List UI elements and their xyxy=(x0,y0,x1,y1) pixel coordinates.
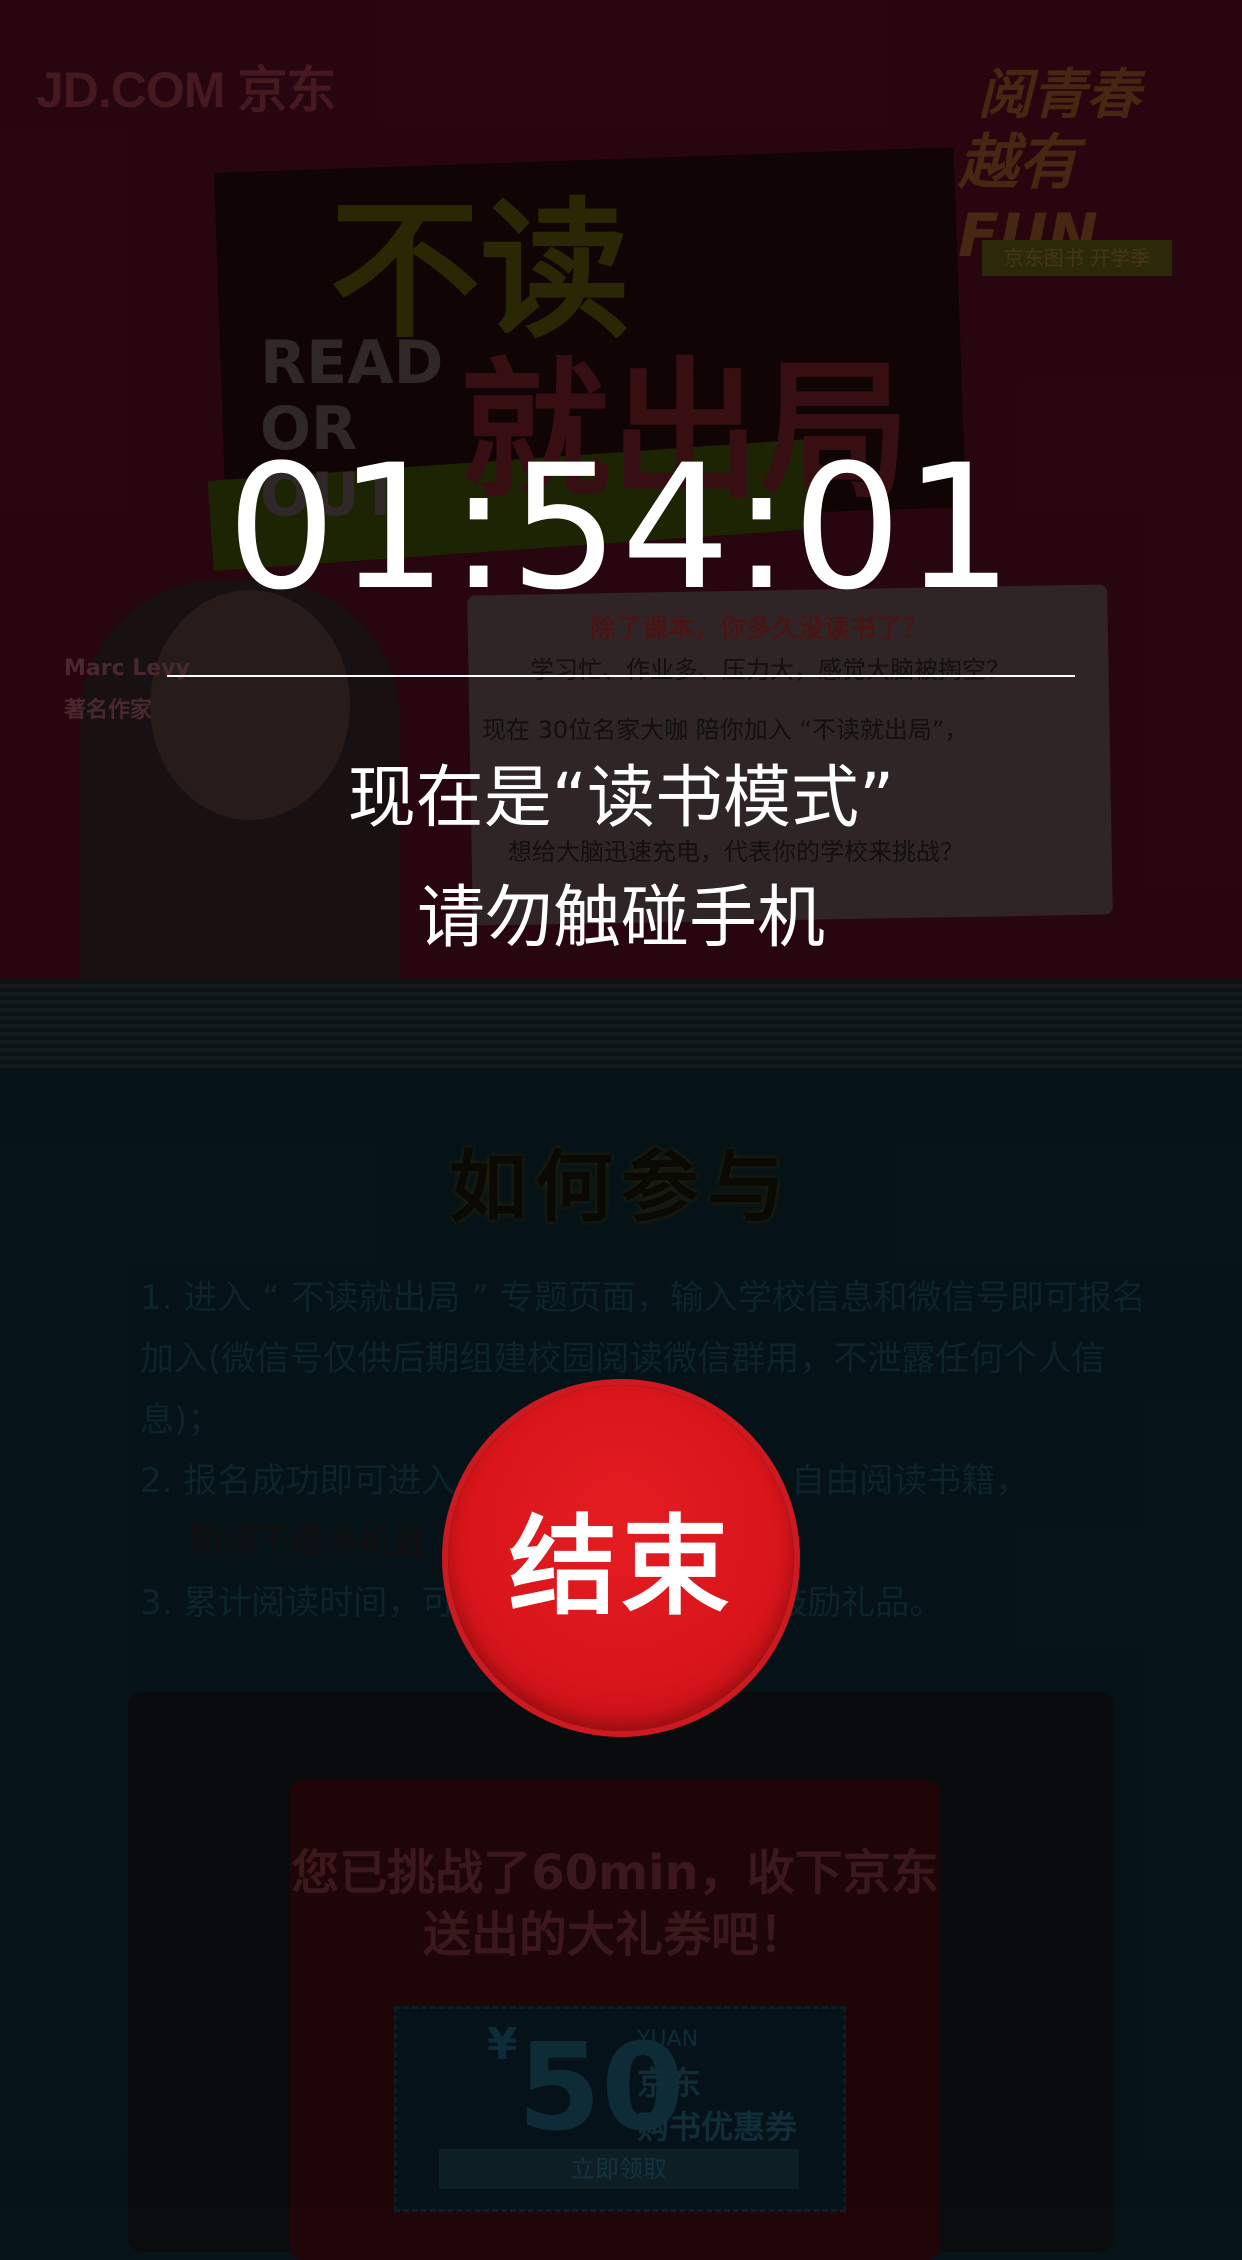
end-button[interactable]: 结束 xyxy=(448,1385,794,1731)
do-not-touch-message: 请勿触碰手机 xyxy=(416,879,825,958)
end-button-label: 结束 xyxy=(508,1505,733,1630)
reading-mode-overlay: 01:54:01 现在是“读书模式” 请勿触碰手机 结束 xyxy=(0,0,1242,2208)
reading-mode-message: 现在是“读书模式” xyxy=(347,759,895,838)
timer-divider xyxy=(167,675,1075,677)
reading-timer: 01:54:01 xyxy=(226,427,1016,628)
